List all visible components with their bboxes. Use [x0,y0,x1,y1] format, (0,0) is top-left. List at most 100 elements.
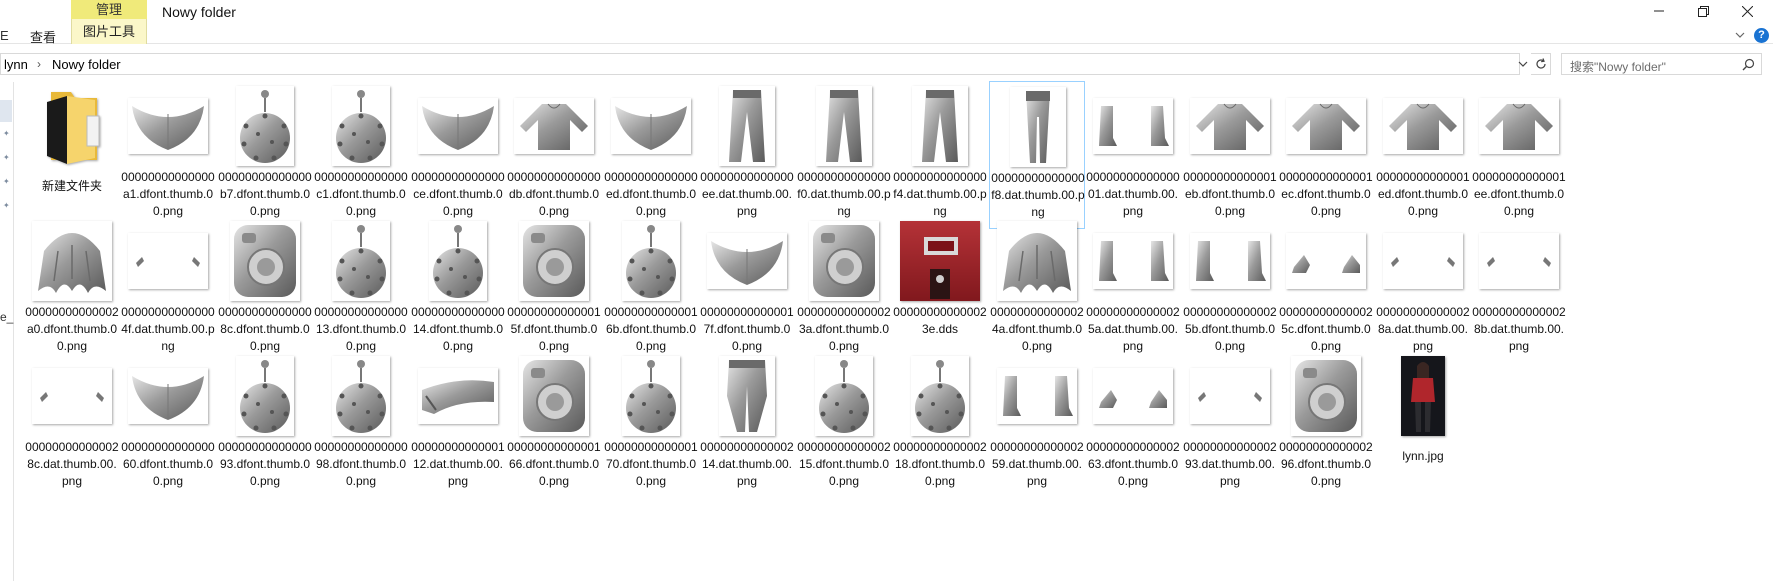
file-item[interactable]: 0000000000000215.dfont.thumb.00.png [796,351,892,499]
file-name-label: 000000000000025a.dat.thumb.00.png [1086,305,1180,353]
mask-thumbnail [127,355,209,437]
file-item[interactable]: 0000000000000014.dfont.thumb.00.png [410,216,506,364]
file-item[interactable]: lynn.jpg [1375,351,1471,499]
file-item[interactable]: 0000000000000214.dat.thumb.00.png [699,351,795,499]
photo-thumbnail [1382,355,1464,437]
file-item[interactable]: 0000000000000259.dat.thumb.00.png [989,351,1085,499]
file-item[interactable]: 000000000000028c.dat.thumb.00.png [24,351,120,499]
minimize-button[interactable] [1637,0,1681,22]
search-input[interactable]: 搜索"Nowy folder" [1561,53,1762,75]
file-item[interactable]: 0000000000000170.dfont.thumb.00.png [603,351,699,499]
file-name-label: 0000000000000001.dat.thumb.00.png [1086,170,1180,218]
file-item[interactable]: 00000000000000ee.dat.thumb.00.png [699,81,795,229]
refresh-button[interactable] [1531,53,1551,75]
pin-icon: ✦ [3,177,10,186]
file-item[interactable]: 0000000000000218.dfont.thumb.00.png [892,351,988,499]
breadcrumb-lynn[interactable]: lynn [4,57,28,72]
file-item[interactable]: 00000000000000f0.dat.thumb.00.png [796,81,892,229]
ribbon-tab-picture-tools[interactable]: 图片工具 [71,19,147,44]
file-item[interactable]: 00000000000001eb.dfont.thumb.00.png [1182,81,1278,229]
file-item[interactable]: 000000000000025c.dfont.thumb.00.png [1278,216,1374,364]
file-item[interactable]: 000000000000008c.dfont.thumb.00.png [217,216,313,364]
file-item[interactable]: 00000000000002a0.dfont.thumb.00.png [24,216,120,364]
minimize-icon [1654,10,1664,12]
folder-icon [31,85,113,167]
file-item[interactable]: 0000000000000166.dfont.thumb.00.png [506,351,602,499]
file-item[interactable]: 000000000000023e.dds [892,216,988,364]
file-item[interactable]: 0000000000000112.dat.thumb.00.png [410,351,506,499]
file-item[interactable]: 0000000000000263.dfont.thumb.00.png [1085,351,1181,499]
spiky-ball-thumbnail [224,85,306,167]
folder-item[interactable]: 新建文件夹 [24,81,120,229]
restore-button[interactable] [1681,0,1725,22]
nav-selected-item[interactable] [0,100,12,122]
file-item[interactable]: 00000000000000ce.dfont.thumb.00.png [410,81,506,229]
file-name-label: 000000000000028b.dat.thumb.00.png [1472,305,1566,353]
file-item[interactable]: 000000000000028b.dat.thumb.00.png [1471,216,1567,364]
spiky-ball-thumbnail [320,85,402,167]
mask-thumbnail [706,220,788,302]
file-item[interactable]: 000000000000028a.dat.thumb.00.png [1375,216,1471,364]
nav-item-truncated[interactable]: e_ [0,310,13,324]
ribbon-tab-partial[interactable]: E [0,28,9,43]
help-icon[interactable]: ? [1754,28,1769,43]
file-item[interactable]: 00000000000001ed.dfont.thumb.00.png [1375,81,1471,229]
file-item[interactable]: 000000000000017f.dfont.thumb.00.png [699,216,795,364]
picture-tools-context-group: 管理 图片工具 [71,0,147,44]
address-history-chevron-icon[interactable] [1516,57,1530,71]
pants-thumbnail [899,85,981,167]
file-item[interactable]: 00000000000000db.dfont.thumb.00.png [506,81,602,229]
file-item[interactable]: 00000000000000f4.dat.thumb.00.png [892,81,988,229]
file-item[interactable]: 00000000000000b7.dfont.thumb.00.png [217,81,313,229]
file-item[interactable]: 0000000000000001.dat.thumb.00.png [1085,81,1181,229]
file-item[interactable]: 0000000000000293.dat.thumb.00.png [1182,351,1278,499]
file-item[interactable]: 000000000000025a.dat.thumb.00.png [1085,216,1181,364]
file-name-label: 0000000000000060.dfont.thumb.00.png [121,440,215,488]
close-button[interactable] [1725,0,1769,22]
file-item[interactable]: 0000000000000013.dfont.thumb.00.png [313,216,409,364]
boots-thumbnail [1189,220,1271,302]
file-item[interactable]: 00000000000000ed.dfont.thumb.00.png [603,81,699,229]
search-icon[interactable] [1742,58,1755,71]
file-item[interactable]: 00000000000001ee.dfont.thumb.00.png [1471,81,1567,229]
file-name-label: 00000000000000ee.dat.thumb.00.png [700,170,794,218]
file-item[interactable]: 000000000000023a.dfont.thumb.00.png [796,216,892,364]
file-name-label: 000000000000016b.dfont.thumb.00.png [604,305,698,353]
file-name-label: 00000000000000f4.dat.thumb.00.png [893,170,987,218]
dds-texture-thumbnail [899,220,981,302]
ribbon-tab-view[interactable]: 查看 [30,27,56,46]
file-item[interactable]: 000000000000016b.dfont.thumb.00.png [603,216,699,364]
file-name-label: 00000000000000a1.dfont.thumb.00.png [121,170,215,218]
file-name-label: 0000000000000014.dfont.thumb.00.png [411,305,505,353]
file-item[interactable]: 000000000000015f.dfont.thumb.00.png [506,216,602,364]
file-name-label: 0000000000000263.dfont.thumb.00.png [1086,440,1180,488]
file-name-label: 0000000000000098.dfont.thumb.00.png [314,440,408,488]
address-bar[interactable]: lynn › Nowy folder [0,53,1520,75]
file-name-label: 0000000000000215.dfont.thumb.00.png [797,440,891,488]
tiny-pair-thumbnail [1189,355,1271,437]
file-item[interactable]: 0000000000000060.dfont.thumb.00.png [120,351,216,499]
file-item[interactable]: 00000000000000c1.dfont.thumb.00.png [313,81,409,229]
file-item[interactable]: 0000000000000296.dfont.thumb.00.png [1278,351,1374,499]
file-name-label: 0000000000000013.dfont.thumb.00.png [314,305,408,353]
tiny-pair-thumbnail [1382,220,1464,302]
file-item[interactable]: 00000000000000f8.dat.thumb.00.png [989,81,1085,229]
file-name-label: 新建文件夹 [41,179,102,193]
visor-thumbnail [417,355,499,437]
file-item[interactable]: 00000000000000a1.dfont.thumb.00.png [120,81,216,229]
file-item[interactable]: 000000000000004f.dat.thumb.00.png [120,216,216,364]
breadcrumb-current-folder[interactable]: Nowy folder [52,57,121,72]
file-name-label: 000000000000008c.dfont.thumb.00.png [218,305,312,353]
file-name-label: 000000000000024a.dfont.thumb.00.png [990,305,1084,353]
breadcrumb-separator-icon[interactable]: › [37,57,41,71]
navigation-pane[interactable]: ✦ ✦ ✦ ✦ e_ [0,82,14,581]
boots-thumbnail [1092,85,1174,167]
tiny-pair-thumbnail [1478,220,1560,302]
file-item[interactable]: 000000000000024a.dfont.thumb.00.png [989,216,1085,364]
ribbon-expand-chevron-icon[interactable] [1733,28,1747,42]
file-item[interactable]: 000000000000025b.dfont.thumb.00.png [1182,216,1278,364]
file-item[interactable]: 0000000000000098.dfont.thumb.00.png [313,351,409,499]
file-item[interactable]: 00000000000001ec.dfont.thumb.00.png [1278,81,1374,229]
file-name-label: 00000000000001ed.dfont.thumb.00.png [1376,170,1470,218]
file-item[interactable]: 0000000000000093.dfont.thumb.00.png [217,351,313,499]
